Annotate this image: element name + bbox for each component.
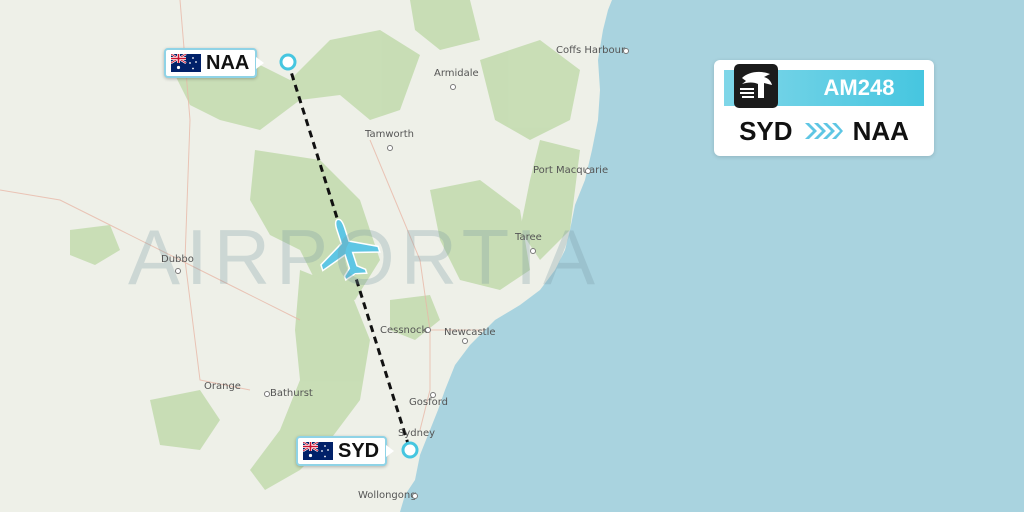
town-label: Dubbo	[161, 254, 194, 265]
town-label: Bathurst	[270, 388, 313, 399]
town-marker	[425, 327, 431, 333]
town-marker	[175, 268, 181, 274]
town-label: Coffs Harbour	[556, 45, 626, 56]
town-label: Orange	[204, 381, 241, 392]
town-marker	[530, 248, 536, 254]
australia-flag-icon	[171, 54, 201, 72]
town-marker	[623, 48, 629, 54]
destination-airport-code: NAA	[206, 51, 250, 74]
label-pointer	[256, 57, 265, 69]
australia-flag-icon	[303, 442, 333, 460]
town-marker	[412, 493, 418, 499]
origin-airport-code: SYD	[338, 439, 380, 462]
origin-airport-marker[interactable]	[401, 441, 419, 459]
town-label: Cessnock	[380, 325, 428, 336]
town-marker	[430, 392, 436, 398]
town-label: Port Macquarie	[533, 165, 609, 176]
flight-route: SYD NAA	[714, 114, 934, 148]
destination-airport-marker[interactable]	[279, 53, 297, 71]
town-label: Wollongong	[358, 490, 417, 501]
watermark: AIRPORTIA	[128, 213, 601, 301]
route-destination-code: NAA	[852, 115, 909, 146]
town-label: Sydney	[398, 428, 436, 439]
aeromexico-eagle-icon	[734, 64, 778, 108]
label-pointer	[386, 445, 395, 457]
town-label: Newcastle	[444, 327, 496, 338]
route-origin-code: SYD	[739, 115, 793, 146]
route-map: AIRPORTIA Coffs Harbour Armidale Tamwort…	[0, 0, 1024, 512]
town-marker	[450, 84, 456, 90]
town-marker	[462, 338, 468, 344]
chevrons-right-icon	[804, 123, 843, 139]
flight-number: AM248	[823, 75, 895, 100]
town-label: Armidale	[434, 68, 479, 79]
town-marker	[264, 391, 270, 397]
town-marker	[585, 168, 591, 174]
destination-airport-label[interactable]: NAA	[164, 48, 265, 78]
town-marker	[387, 145, 393, 151]
town-label: Taree	[515, 232, 542, 243]
town-label: Tamworth	[365, 129, 414, 140]
town-label: Gosford	[409, 397, 448, 408]
origin-airport-label[interactable]: SYD	[296, 436, 395, 466]
